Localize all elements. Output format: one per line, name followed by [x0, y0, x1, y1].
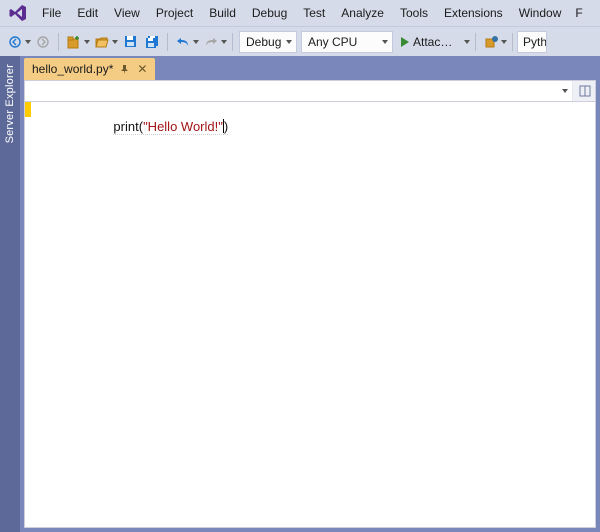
- toolbar-separator: [512, 33, 513, 51]
- undo-dropdown[interactable]: [192, 30, 200, 54]
- menu-tools[interactable]: Tools: [392, 2, 436, 24]
- menu-view[interactable]: View: [106, 2, 148, 24]
- code-surface[interactable]: print("Hello World!"): [45, 102, 595, 527]
- nav-splitter-button[interactable]: [573, 81, 595, 101]
- toolbar-separator: [58, 33, 59, 51]
- outline-gutter: [31, 102, 45, 527]
- start-debug-label: Attach…: [413, 35, 459, 49]
- standard-toolbar: Debug Any CPU Attach… Pyth: [0, 26, 600, 56]
- redo-dropdown[interactable]: [220, 30, 228, 54]
- solution-platform-combo[interactable]: Any CPU: [301, 31, 393, 53]
- nav-back-dropdown[interactable]: [24, 30, 32, 54]
- document-area: hello_world.py* ✕ print("Hello World!"): [20, 56, 600, 532]
- server-explorer-label: Server Explorer: [4, 64, 16, 143]
- code-token-paren: ): [224, 119, 228, 134]
- toolbar-separator: [232, 33, 233, 51]
- menu-window[interactable]: Window: [511, 2, 570, 24]
- start-debug-dropdown[interactable]: [463, 30, 471, 54]
- python-env-dropdown[interactable]: [500, 30, 508, 54]
- pin-icon[interactable]: [119, 64, 129, 74]
- menu-debug[interactable]: Debug: [244, 2, 295, 24]
- new-project-dropdown[interactable]: [83, 30, 91, 54]
- open-file-dropdown[interactable]: [111, 30, 119, 54]
- python-env-button[interactable]: [480, 30, 502, 54]
- save-all-button[interactable]: [141, 30, 163, 54]
- chevron-down-icon: [562, 89, 568, 93]
- document-tab-title: hello_world.py*: [32, 62, 113, 76]
- play-icon: [401, 37, 409, 47]
- chevron-down-icon: [382, 40, 388, 44]
- menu-project[interactable]: Project: [148, 2, 201, 24]
- nav-scope-combo[interactable]: [25, 81, 573, 101]
- main-area: Server Explorer hello_world.py* ✕: [0, 56, 600, 532]
- toolbar-separator: [475, 33, 476, 51]
- menu-extensions[interactable]: Extensions: [436, 2, 511, 24]
- chevron-down-icon: [286, 40, 292, 44]
- menu-edit[interactable]: Edit: [69, 2, 106, 24]
- menu-test[interactable]: Test: [295, 2, 333, 24]
- close-icon[interactable]: ✕: [135, 62, 149, 76]
- python-environment-combo[interactable]: Pyth: [517, 31, 547, 53]
- menu-truncated[interactable]: F: [569, 2, 582, 24]
- document-tab[interactable]: hello_world.py* ✕: [24, 58, 155, 80]
- nav-back-button[interactable]: [4, 30, 26, 54]
- visual-studio-logo-icon: [8, 3, 28, 23]
- menu-bar: File Edit View Project Build Debug Test …: [0, 0, 600, 26]
- code-editor[interactable]: print("Hello World!"): [24, 102, 596, 528]
- solution-config-combo[interactable]: Debug: [239, 31, 297, 53]
- start-debug-button[interactable]: Attach…: [395, 30, 465, 54]
- save-button[interactable]: [119, 30, 141, 54]
- python-environment-label: Pyth: [523, 35, 547, 49]
- menu-file[interactable]: File: [34, 2, 69, 24]
- document-tabstrip: hello_world.py* ✕: [20, 56, 600, 80]
- redo-button[interactable]: [200, 30, 222, 54]
- solution-config-label: Debug: [246, 35, 281, 49]
- server-explorer-tab[interactable]: Server Explorer: [0, 56, 20, 532]
- menu-build[interactable]: Build: [201, 2, 244, 24]
- solution-platform-label: Any CPU: [308, 35, 357, 49]
- open-file-button[interactable]: [91, 30, 113, 54]
- nav-forward-button[interactable]: [32, 30, 54, 54]
- code-token-string: "Hello World!": [143, 119, 223, 134]
- undo-button[interactable]: [172, 30, 194, 54]
- new-project-button[interactable]: [63, 30, 85, 54]
- navigation-bar: [24, 80, 596, 102]
- toolbar-separator: [167, 33, 168, 51]
- menu-analyze[interactable]: Analyze: [333, 2, 392, 24]
- code-token-function: print: [113, 119, 138, 134]
